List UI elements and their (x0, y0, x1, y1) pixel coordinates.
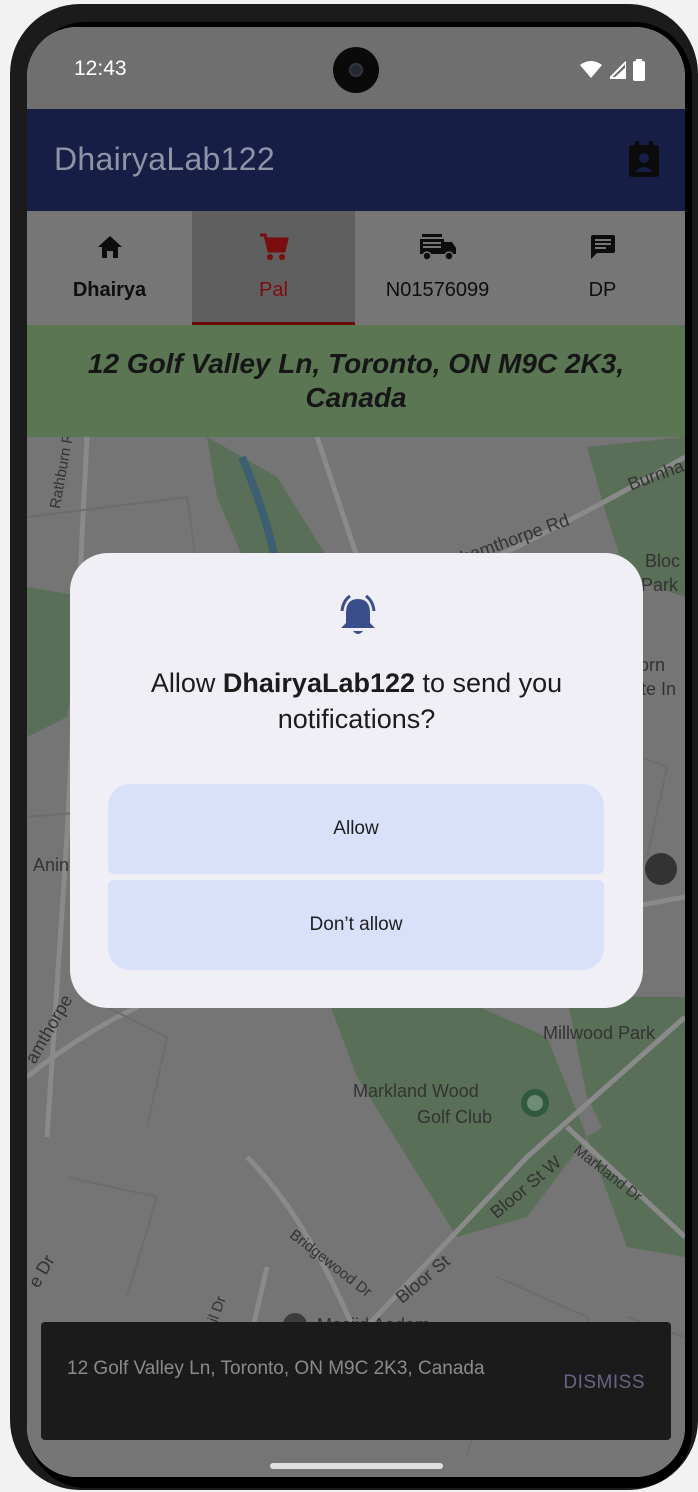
allow-button[interactable]: Allow (108, 784, 604, 874)
snackbar-message: 12 Golf Valley Ln, Toronto, ON M9C 2K3, … (67, 1358, 485, 1379)
status-time: 12:43 (74, 57, 127, 80)
app-title: DhairyaLab122 (54, 141, 275, 177)
shopping-cart-icon (259, 233, 289, 260)
status-icons (577, 59, 645, 81)
wifi-icon (580, 61, 603, 78)
status-bar: 12:43 (27, 27, 685, 109)
map-label-golf-club: Golf Club (417, 1107, 493, 1127)
calendar-button[interactable] (627, 141, 661, 179)
battery-icon (633, 59, 645, 81)
front-camera (333, 47, 379, 93)
home-icon (97, 236, 122, 258)
tab-n01576099[interactable]: N01576099 (355, 211, 520, 325)
map-label-park: Park (641, 575, 679, 595)
tab-label-pal: Pal (259, 279, 288, 301)
map-label-bloor-park: Bloc (645, 551, 681, 571)
dismiss-button[interactable]: DISMISS (563, 1372, 645, 1394)
notification-permission-dialog: Allow DhairyaLab122 to send you notifica… (70, 553, 643, 1008)
map-label-millwood: Millwood Park (543, 1023, 656, 1043)
tab-bar: Dhairya Pal N01576099 DP (27, 211, 685, 325)
bell-ringing-icon (340, 594, 376, 634)
tab-dhairya[interactable]: Dhairya (27, 211, 192, 325)
home-indicator[interactable] (270, 1463, 443, 1469)
tab-pal[interactable]: Pal (192, 211, 355, 325)
calendar-person-icon (629, 141, 659, 177)
map-label-markland-wood: Markland Wood (353, 1081, 479, 1101)
snackbar: 12 Golf Valley Ln, Toronto, ON M9C 2K3, … (41, 1322, 671, 1440)
fire-truck-icon (419, 234, 456, 261)
phone-screen: 12:43 DhairyaLab122 Dhairya Pal N0157609… (27, 27, 685, 1477)
dialog-title-app-name: DhairyaLab122 (222, 668, 416, 698)
tab-label-n01576099: N01576099 (385, 279, 490, 301)
tab-label-dp: DP (588, 279, 617, 301)
tab-label-dhairya: Dhairya (72, 279, 147, 301)
app-bar: DhairyaLab122 (27, 109, 685, 211)
signal-icon (609, 61, 626, 79)
chat-icon (590, 235, 615, 259)
dont-allow-button[interactable]: Don’t allow (108, 880, 604, 970)
map-label-anim: Anin (33, 855, 70, 875)
address-banner: 12 Golf Valley Ln, Toronto, ON M9C 2K3, … (27, 325, 685, 437)
dialog-title: Allow DhairyaLab122 to send you notifica… (90, 665, 623, 737)
dialog-title-prefix: Allow (150, 668, 223, 698)
tab-dp[interactable]: DP (520, 211, 685, 325)
address-text: 12 Golf Valley Ln, Toronto, ON M9C 2K3, … (87, 348, 625, 413)
